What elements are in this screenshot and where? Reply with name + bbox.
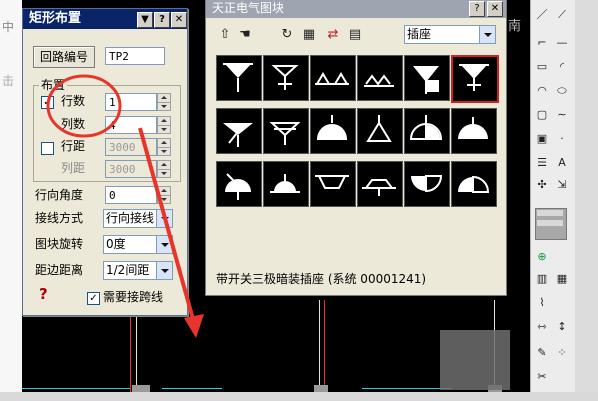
pointer-arrow-head <box>184 314 204 338</box>
highlight-ellipse <box>46 74 122 138</box>
pointer-arrow-line <box>138 127 198 331</box>
cad-screen: 中 击 南 ／ ⟋ ⌐ — ▭ ◜ ◠ ⬭ ▢ ∼ ▣ · ☰ A ✣ ⇲ ⊕ … <box>0 0 598 401</box>
annotation-overlay <box>46 74 204 338</box>
